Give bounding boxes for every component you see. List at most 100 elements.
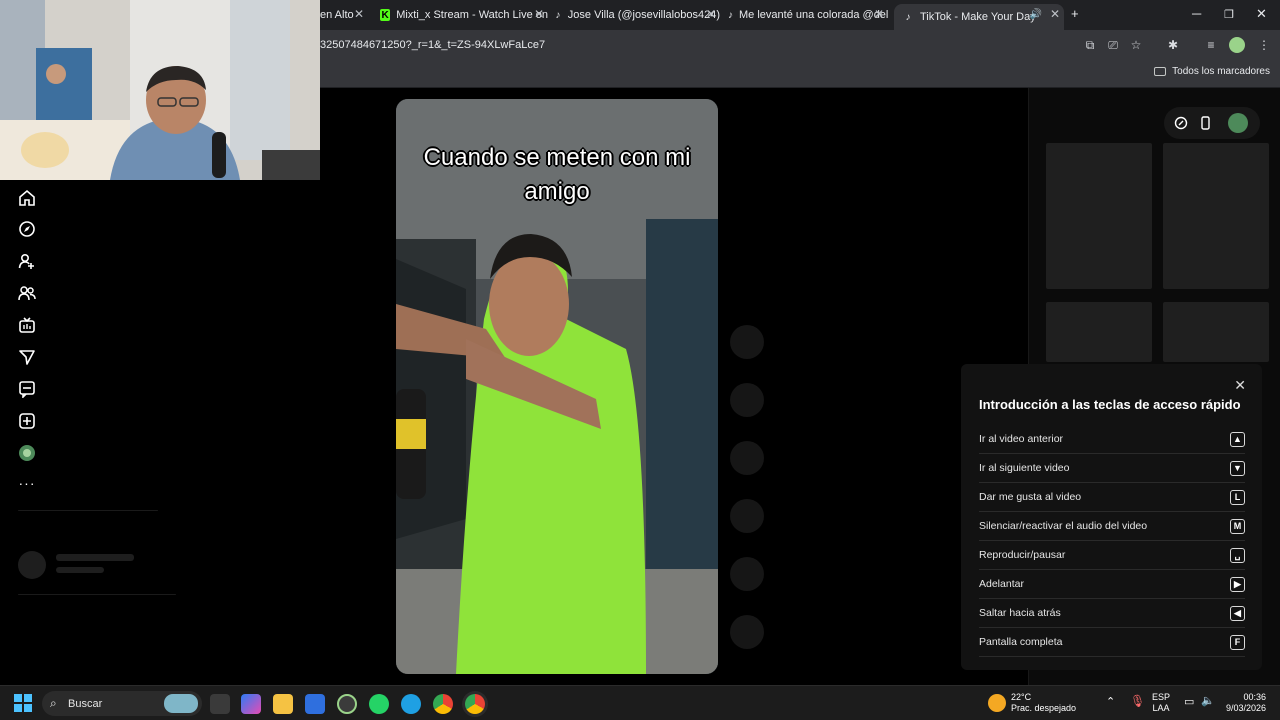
store-icon[interactable] [305,694,325,714]
home-icon[interactable] [16,187,38,209]
bookmark-star-icon[interactable]: ☆ [1128,37,1144,53]
all-bookmarks-button[interactable]: Todos los marcadores [1154,66,1270,77]
save-button[interactable] [730,441,764,475]
tab-title: Me levanté una colorada @del [739,9,888,21]
shortcut-label: Reproducir/pausar [979,549,1066,561]
tab-title: Jose Villa (@josevillalobos424) [567,9,720,21]
tab-en-alto[interactable]: en Alto ✕ [320,4,368,26]
shortcut-label: Ir al video anterior [979,433,1064,445]
video-thumbnail-placeholder[interactable] [1163,302,1269,362]
video-thumbnail-placeholder[interactable] [1046,143,1152,289]
arrow-up-key-icon: ▲ [1230,431,1245,447]
sidebar-divider [18,594,176,595]
media-icon[interactable]: ≡ [1203,37,1219,53]
video-caption: Cuando se meten con mi amigo [396,141,718,209]
profile-avatar[interactable] [1229,37,1245,53]
layout-code: LAA [1152,703,1170,713]
search-placeholder: Buscar [68,697,103,710]
chrome-profile-icon[interactable] [465,694,485,714]
live-tv-icon[interactable] [16,314,38,336]
shortcuts-title: Introducción a las teclas de acceso rápi… [979,397,1241,412]
bookmarks-label: Todos los marcadores [1172,66,1270,77]
weather-desc: Prac. despejado [1011,703,1077,713]
menu-icon[interactable]: ⋮ [1256,37,1272,53]
tab-close-icon[interactable]: ✕ [354,7,364,21]
cast-icon[interactable]: ⎚ [1105,37,1121,53]
shortcut-row: Saltar hacia atrás ◀ [979,599,1245,628]
folder-icon [1154,67,1167,76]
translate-icon[interactable]: ⧉ [1082,37,1098,53]
sound-button[interactable] [730,615,764,649]
minimize-icon[interactable]: ─ [1192,6,1201,21]
address-bar[interactable]: 32507484671250?_r=1&_t=ZS-94XLwFaLce7 [320,34,1160,56]
app-icon[interactable] [337,694,357,714]
following-icon[interactable] [16,250,38,272]
copilot-icon[interactable] [241,694,261,714]
profile-avatar[interactable] [1228,113,1248,133]
like-button[interactable] [730,325,764,359]
task-view-icon[interactable] [210,694,230,714]
shortcut-row: Silenciar/reactivar el audio del video M [979,512,1245,541]
chevron-up-icon[interactable]: ⌃ [1106,695,1115,708]
shortcut-label: Adelantar [979,578,1024,590]
comment-button[interactable] [730,383,764,417]
mobile-device-icon[interactable] [1198,116,1212,130]
tab-close-icon[interactable]: ✕ [874,7,884,21]
tab-close-icon[interactable]: ✕ [534,7,544,21]
chrome-icon[interactable] [433,694,453,714]
language-indicator[interactable]: ESP LAA [1152,692,1170,714]
video-thumbnail-placeholder[interactable] [1163,143,1269,289]
caption-line: Cuando se meten con mi [423,144,691,171]
friends-icon[interactable] [16,282,38,304]
tab-title: en Alto [320,9,354,21]
new-tab-icon[interactable]: + [1071,6,1079,21]
tab-tiktok-active[interactable]: ♪ TikTok - Make Your Day 🔊 ✕ [894,4,1064,30]
coins-icon[interactable] [1174,116,1188,130]
edge-icon[interactable] [401,694,421,714]
shortcut-label: Dar me gusta al video [979,491,1082,503]
taskbar-search[interactable]: ⌕ Buscar [42,691,202,716]
tab-title: TikTok - Make Your Day [920,11,1036,23]
caption-line: amigo [524,178,590,205]
more-icon[interactable]: ··· [16,472,38,494]
sidebar-divider [18,510,158,511]
tab-close-icon[interactable]: ✕ [706,7,716,21]
extensions-icon[interactable]: ✱ [1165,37,1181,53]
volume-icon[interactable]: 🔈 [1201,694,1215,707]
video-thumbnail-placeholder[interactable] [1046,302,1152,362]
repost-button[interactable] [730,557,764,591]
share-button[interactable] [730,499,764,533]
profile-avatar[interactable] [16,442,38,464]
whatsapp-icon[interactable] [369,694,389,714]
shortcut-label: Saltar hacia atrás [979,607,1061,619]
tiktok-icon: ♪ [728,9,733,21]
tiktok-icon: ♪ [555,9,561,21]
speaker-icon[interactable]: 🔊 [1030,9,1042,20]
language-code: ESP [1152,692,1171,702]
windows-start-icon[interactable] [14,694,32,712]
inbox-icon[interactable] [16,378,38,400]
tab-close-icon[interactable]: ✕ [1050,7,1060,21]
weather-widget[interactable]: 22°C Prac. despejado [1011,692,1076,714]
top-right-controls [1164,107,1260,139]
close-window-icon[interactable]: ✕ [1256,6,1267,22]
tab-me-levante[interactable]: ♪ Me levanté una colorada @del ✕ [728,4,888,26]
explore-compass-icon[interactable] [16,218,38,240]
messages-send-icon[interactable] [16,346,38,368]
shortcut-row: Ir al siguiente video ▼ [979,454,1245,483]
tab-kick-stream[interactable]: K Mixti_x Stream - Watch Live on ✕ [380,4,548,26]
network-icon[interactable]: ▭ [1184,695,1194,708]
tiktok-icon: ♪ [905,11,911,23]
windows-taskbar: ⌕ Buscar 22°C Prac. despejado ⌃ 🎙 ESP LA… [0,685,1280,720]
shortcut-row: Dar me gusta al video L [979,483,1245,512]
close-icon[interactable]: ✕ [1234,377,1246,394]
clock[interactable]: 00:36 9/03/2026 [1222,692,1266,714]
search-icon: ⌕ [50,696,57,710]
tab-jose-villa[interactable]: ♪ Jose Villa (@josevillalobos424) ✕ [554,4,720,26]
video-player[interactable]: Cuando se meten con mi amigo [396,99,718,674]
file-explorer-icon[interactable] [273,694,293,714]
upload-plus-icon[interactable] [16,410,38,432]
arrow-right-key-icon: ▶ [1230,576,1245,592]
restore-icon[interactable]: ❐ [1224,8,1234,21]
microphone-icon[interactable]: 🎙 [1130,694,1145,708]
